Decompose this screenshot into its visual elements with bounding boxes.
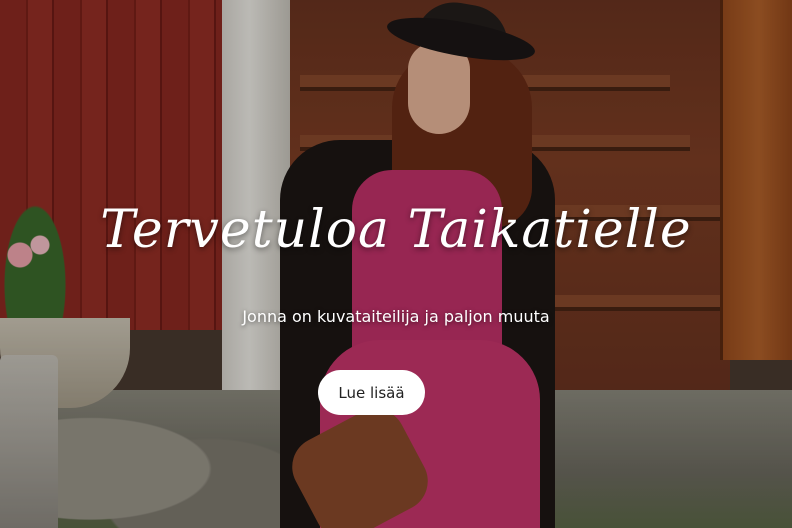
hero-section: Tervetuloa Taikatielle Jonna on kuvatait… bbox=[0, 0, 792, 528]
read-more-button[interactable]: Lue lisää bbox=[318, 370, 425, 415]
hero-subtitle: Jonna on kuvataiteilija ja paljon muuta bbox=[242, 307, 550, 326]
hero-title: Tervetuloa Taikatielle bbox=[100, 200, 692, 260]
hero-content: Tervetuloa Taikatielle Jonna on kuvatait… bbox=[0, 0, 792, 528]
